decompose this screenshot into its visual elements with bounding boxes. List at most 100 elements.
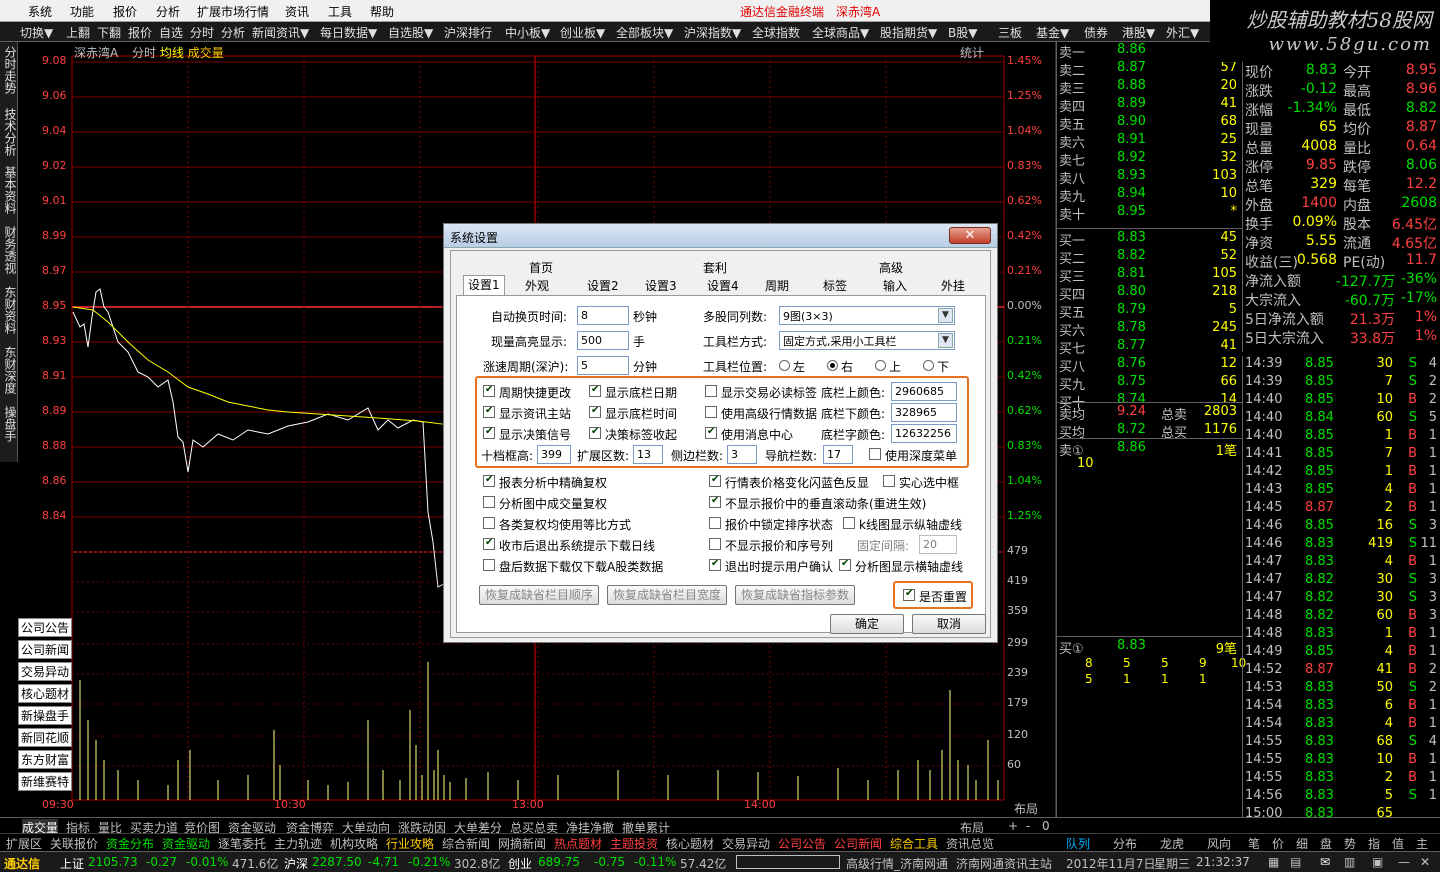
cb-advanced-data[interactable]: 使用高级行情数据 bbox=[705, 405, 817, 422]
tab-input[interactable]: 输入 bbox=[879, 277, 911, 295]
ob-buy-row[interactable]: 买二 8.82 52 bbox=[1057, 248, 1243, 267]
cb-decision-signal[interactable]: 显示决策信号 bbox=[483, 426, 571, 443]
speed-period-input[interactable] bbox=[577, 356, 629, 375]
tab-settings1[interactable]: 设置1 bbox=[463, 275, 505, 297]
lnav-financial[interactable]: 财务透视 bbox=[2, 226, 17, 274]
detail-tab[interactable]: 指 bbox=[1368, 835, 1380, 852]
btn-core-theme[interactable]: 核心题材 bbox=[18, 684, 72, 703]
extension-tab[interactable]: 综合工具 bbox=[890, 835, 938, 852]
tb-all-sectors[interactable]: 全部板块▼ bbox=[616, 24, 673, 41]
tb-hk[interactable]: 港股▼ bbox=[1122, 24, 1155, 41]
menu-news[interactable]: 资讯 bbox=[285, 3, 309, 20]
ten-level-input[interactable] bbox=[537, 445, 571, 464]
ob-buy-row[interactable]: 买七 8.77 41 bbox=[1057, 338, 1243, 357]
reset-column-order-button[interactable]: 恢复成缺省栏目顺序 bbox=[479, 585, 599, 605]
ob-sell-row[interactable]: 卖六 8.91 25 bbox=[1057, 132, 1243, 151]
extension-tab[interactable]: 网摘新闻 bbox=[498, 835, 546, 852]
ob-sell-row[interactable]: 卖七 8.92 32 bbox=[1057, 150, 1243, 169]
nav-count-input[interactable] bbox=[823, 445, 853, 464]
cb-deep-menu[interactable]: 使用深度菜单 bbox=[869, 447, 957, 464]
indicator-tab[interactable]: + bbox=[1008, 819, 1018, 833]
menu-quote[interactable]: 报价 bbox=[113, 3, 137, 20]
cb-news-site[interactable]: 显示资讯主站 bbox=[483, 405, 571, 422]
cb-solid-frame[interactable]: 实心选中框 bbox=[883, 474, 959, 491]
ob-buy-row[interactable]: 买六 8.78 245 bbox=[1057, 320, 1243, 339]
extension-tab[interactable]: 资讯总览 bbox=[946, 835, 994, 852]
cb-must-read[interactable]: 显示交易必读标签 bbox=[705, 384, 817, 401]
tb-pageup[interactable]: 上翻 bbox=[66, 24, 90, 41]
tb-rank[interactable]: 沪深排行 bbox=[444, 24, 492, 41]
ob-buy-row[interactable]: 买八 8.76 12 bbox=[1057, 356, 1243, 375]
interval-input[interactable] bbox=[919, 535, 957, 554]
tb-daily-data[interactable]: 每日数据▼ bbox=[320, 24, 377, 41]
cb-lock-sort[interactable]: 报价中锁定排序状态 bbox=[709, 516, 833, 533]
cb-download-prompt[interactable]: 收市后退出系统提示下载日线 bbox=[483, 537, 655, 554]
vol-highlight-input[interactable] bbox=[577, 331, 629, 350]
tabgroup-advanced[interactable]: 高级 bbox=[879, 259, 903, 276]
tab-appearance[interactable]: 外观 bbox=[521, 277, 553, 295]
lnav-basic-info[interactable]: 基本资料 bbox=[2, 166, 17, 214]
window-icon[interactable]: ▤ bbox=[1290, 855, 1301, 869]
tb-quote[interactable]: 报价 bbox=[128, 24, 152, 41]
bar-top-color-input[interactable] bbox=[891, 382, 957, 401]
indicator-tab[interactable]: - bbox=[1026, 819, 1030, 833]
ob-sell-row[interactable]: 卖五 8.90 68 bbox=[1057, 114, 1243, 133]
btn-company-notice[interactable]: 公司公告 bbox=[18, 618, 72, 637]
cb-precise-adjust[interactable]: 报表分析中精确复权 bbox=[483, 474, 607, 491]
extension-tab[interactable]: 热点题材 bbox=[554, 835, 602, 852]
btn-new-wst[interactable]: 新维赛特 bbox=[18, 772, 72, 791]
extension-tab[interactable]: 资金驱动 bbox=[162, 835, 210, 852]
tb-gem[interactable]: 创业板▼ bbox=[560, 24, 605, 41]
ext-count-input[interactable] bbox=[633, 445, 663, 464]
lnav-trader[interactable]: 操盘手 bbox=[2, 406, 17, 442]
cb-reset[interactable]: 是否重置 bbox=[903, 588, 967, 605]
cb-ratio-adjust[interactable]: 各类复权均使用等比方式 bbox=[483, 516, 631, 533]
extension-tab[interactable]: 逐笔委托 bbox=[218, 835, 266, 852]
btn-company-news[interactable]: 公司新闻 bbox=[18, 640, 72, 659]
cb-volume-adjust[interactable]: 分析图中成交量复权 bbox=[483, 495, 607, 512]
tab-settings4[interactable]: 设置4 bbox=[703, 277, 743, 295]
tabgroup-arbitrage[interactable]: 套利 bbox=[703, 259, 727, 276]
tb-sme[interactable]: 中小板▼ bbox=[505, 24, 550, 41]
menu-system[interactable]: 系统 bbox=[28, 3, 52, 20]
detail-tab[interactable]: 主 bbox=[1416, 835, 1428, 852]
mail-icon[interactable]: ✉ bbox=[1320, 855, 1330, 869]
cb-hide-scrollbar[interactable]: 不显示报价中的垂直滚动条(重进生效) bbox=[709, 495, 926, 512]
reset-column-width-button[interactable]: 恢复成缺省栏目宽度 bbox=[607, 585, 727, 605]
tab-period[interactable]: 周期 bbox=[761, 277, 793, 295]
extension-tab[interactable]: 公司公告 bbox=[778, 835, 826, 852]
side-tab[interactable]: 队列 bbox=[1066, 835, 1090, 852]
tb-global-commodity[interactable]: 全球商品▼ bbox=[812, 24, 869, 41]
tb-news[interactable]: 新闻资讯▼ bbox=[252, 24, 309, 41]
lnav-intraday[interactable]: 分时走势 bbox=[2, 46, 17, 94]
cb-show-date[interactable]: 显示底栏日期 bbox=[589, 384, 677, 401]
cb-exit-confirm[interactable]: 退出时提示用户确认 bbox=[709, 558, 833, 575]
cb-decision-collapse[interactable]: 决策标签收起 bbox=[589, 426, 677, 443]
ob-sell-row[interactable]: 卖三 8.88 20 bbox=[1057, 78, 1243, 97]
detail-tab[interactable]: 值 bbox=[1392, 835, 1404, 852]
detail-tab[interactable]: 盘 bbox=[1320, 835, 1332, 852]
tb-analysis[interactable]: 分析 bbox=[221, 24, 245, 41]
cb-message-center[interactable]: 使用消息中心 bbox=[705, 426, 793, 443]
extension-tab[interactable]: 综合新闻 bbox=[442, 835, 490, 852]
ob-sell-row[interactable]: 卖二 8.87 57 bbox=[1057, 60, 1243, 79]
side-tab[interactable]: 龙虎 bbox=[1160, 835, 1184, 852]
tb-my-stocks[interactable]: 自选股▼ bbox=[388, 24, 433, 41]
radio-right[interactable]: 右 bbox=[827, 358, 853, 375]
bar-font-color-input[interactable] bbox=[891, 424, 957, 443]
indicator-tab[interactable]: 0 bbox=[1042, 819, 1050, 833]
tb-bond[interactable]: 债券 bbox=[1084, 24, 1108, 41]
cb-a-share-only[interactable]: 盘后数据下载仅下载A股类数据 bbox=[483, 558, 663, 575]
side-tab[interactable]: 分布 bbox=[1113, 835, 1137, 852]
detail-tab[interactable]: 细 bbox=[1296, 835, 1308, 852]
ob-sell-row[interactable]: 卖九 8.94 10 bbox=[1057, 186, 1243, 205]
cb-kline-vgrid[interactable]: k线图显示纵轴虚线 bbox=[843, 516, 962, 533]
ob-buy-row[interactable]: 买九 8.75 66 bbox=[1057, 374, 1243, 393]
tb-third-board[interactable]: 三板 bbox=[998, 24, 1022, 41]
cb-blue-flash[interactable]: 行情表价格变化闪蓝色反显 bbox=[709, 474, 869, 491]
extension-tab[interactable]: 主力轨迹 bbox=[274, 835, 322, 852]
extension-tab[interactable]: 资金分布 bbox=[106, 835, 154, 852]
radio-left[interactable]: 左 bbox=[779, 358, 805, 375]
ob-sell-row[interactable]: 卖八 8.93 103 bbox=[1057, 168, 1243, 187]
reset-indicator-button[interactable]: 恢复成缺省指标参数 bbox=[735, 585, 855, 605]
